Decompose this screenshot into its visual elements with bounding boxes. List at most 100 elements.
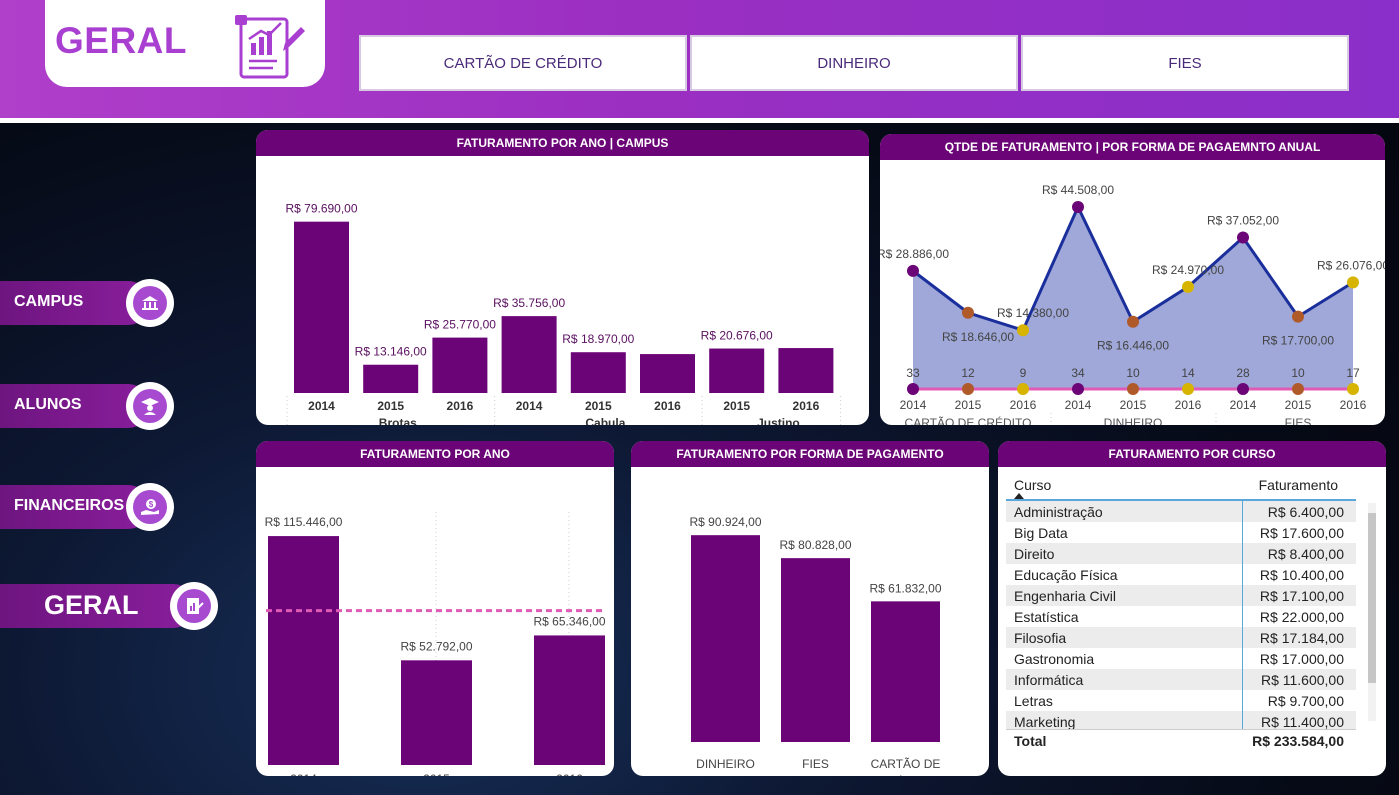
data-label: R$ 25.770,00 [424,318,496,332]
table-row[interactable]: Engenharia Civil R$ 17.100,00 [1006,585,1356,606]
data-label: R$ 14.380,00 [997,306,1069,320]
bar [363,364,419,393]
campus-icon [126,279,174,327]
value-point [1127,315,1139,328]
tick-label: 2016 [556,772,583,776]
table-row[interactable]: Educação Física R$ 10.400,00 [1006,564,1356,585]
table-row[interactable]: Estatística R$ 22.000,00 [1006,606,1356,627]
quantity-point [1292,383,1304,395]
quantity-label: 10 [1126,366,1140,380]
quantity-label: 28 [1236,366,1250,380]
data-label: R$ 35.756,00 [493,296,565,310]
quantity-label: 9 [1020,366,1027,380]
svg-text:$: $ [149,500,154,509]
tick-label: CRÉDITO [879,774,933,776]
bar [691,535,760,742]
data-label: R$ 18.646,00 [942,330,1014,344]
cell-curso: Gastronomia [1014,650,1095,667]
cell-faturamento: R$ 8.400,00 [1242,543,1350,564]
tick-label: 2015 [1120,398,1147,412]
student-icon [126,382,174,430]
quantity-label: 17 [1346,366,1360,380]
group-label: CARTÃO DE CRÉDITO [905,415,1032,425]
group-label: DINHEIRO [1104,416,1163,425]
curso-table-panel: FATURAMENTO POR CURSO Curso Faturamento … [998,441,1386,776]
cell-curso: Filosofia [1014,629,1067,646]
quantity-point [1237,383,1249,395]
qtde-line-chart: R$ 28.886,00 33 2014 R$ 18.646,00 12 2015 R$ 1… [880,183,1385,425]
filter-cartao-credito[interactable]: CARTÃO DE CRÉDITO [359,35,687,91]
bar [432,337,488,393]
table-row[interactable]: Informática R$ 11.600,00 [1006,669,1356,690]
banner-divider [0,118,1399,123]
tick-label: 2014 [290,772,317,776]
nav-campus[interactable]: CAMPUS [0,279,180,327]
table-scrollbar[interactable] [1368,503,1376,721]
tick-label: 2016 [447,399,474,413]
tick-label: 2016 [1340,398,1367,412]
tick-label: 2015 [377,399,404,413]
sort-ascending-icon[interactable] [1013,492,1025,500]
table-row[interactable]: Marketing R$ 11.400,00 [1006,711,1356,729]
bar [268,536,339,765]
tick-label: CARTÃO DE [871,757,941,771]
table-row[interactable]: Administração R$ 6.400,00 [1006,501,1356,522]
bar [640,354,695,393]
bar [294,221,349,393]
ano-bar-chart: R$ 115.446,00 2014 R$ 52.792,00 2015 R$ 65.3… [265,512,606,776]
cell-faturamento: R$ 22.000,00 [1242,606,1350,627]
cell-faturamento: R$ 10.400,00 [1242,564,1350,585]
cell-curso: Direito [1014,545,1055,562]
data-label: R$ 37.052,00 [1207,213,1279,227]
forma-chart-panel: FATURAMENTO POR FORMA DE PAGAMENTO R$ 90… [631,441,989,776]
cell-curso: Estatística [1014,608,1079,625]
panel-title: QTDE DE FATURAMENTO | POR FORMA DE PAGAE… [880,134,1385,160]
scroll-thumb[interactable] [1368,513,1376,683]
data-label: R$ 61.832,00 [869,581,941,595]
filter-fies[interactable]: FIES [1021,35,1349,91]
nav-financeiros[interactable]: FINANCEIROS $ [0,483,180,531]
tick-label: 2014 [308,399,335,413]
quantity-point [1182,383,1194,395]
nav-alunos[interactable]: ALUNOS [0,382,180,430]
tick-label: 2014 [900,398,927,412]
bar [871,601,940,742]
tick-label: DINHEIRO [696,757,755,771]
value-point [1072,201,1084,213]
column-header-faturamento[interactable]: Faturamento [1242,471,1350,499]
quantity-label: 10 [1291,366,1305,380]
panel-title: FATURAMENTO POR FORMA DE PAGAMENTO [631,441,989,467]
value-point [1292,310,1304,323]
bar [401,660,472,765]
cell-curso: Administração [1014,503,1103,520]
tick-label: 2014 [1230,398,1257,412]
quantity-label: 34 [1071,366,1085,380]
table-row[interactable]: Big Data R$ 17.600,00 [1006,522,1356,543]
total-label: Total [1014,732,1047,749]
column-header-curso[interactable]: Curso [1006,477,1242,493]
bar [778,348,834,393]
table-row[interactable]: Letras R$ 9.700,00 [1006,690,1356,711]
value-point [1182,280,1194,293]
curso-table: Curso Faturamento Administração R$ 6.400,… [1006,471,1356,751]
campus-bar-chart: R$ 79.690,00 2014 R$ 13.146,00 2015 R$ 25.77… [285,202,842,425]
cell-faturamento: R$ 6.400,00 [1242,501,1350,522]
cell-faturamento: R$ 11.400,00 [1242,711,1350,729]
value-point [1237,231,1249,244]
nav-geral[interactable]: GERAL [0,582,225,630]
bar [570,352,626,393]
table-row[interactable]: Gastronomia R$ 17.000,00 [1006,648,1356,669]
group-label: FIES [1285,416,1312,425]
tick-label: 2016 [654,399,681,413]
report-icon [170,582,218,630]
tick-label: FIES [802,757,829,771]
table-row[interactable]: Direito R$ 8.400,00 [1006,543,1356,564]
data-label: R$ 20.676,00 [701,329,773,343]
cell-faturamento: R$ 17.000,00 [1242,648,1350,669]
tick-label: 2016 [1175,398,1202,412]
total-value: R$ 233.584,00 [1252,732,1344,749]
table-header: Curso Faturamento [1006,471,1356,501]
value-point [907,264,919,277]
table-row[interactable]: Filosofia R$ 17.184,00 [1006,627,1356,648]
filter-dinheiro[interactable]: DINHEIRO [690,35,1018,91]
